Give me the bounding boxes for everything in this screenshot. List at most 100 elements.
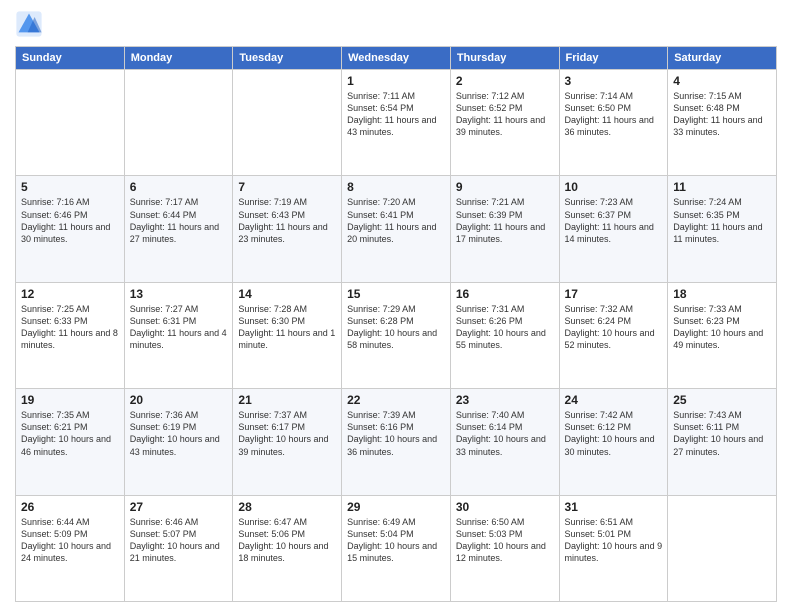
week-row-4: 19 Sunrise: 7:35 AM Sunset: 6:21 PM Dayli… [16, 389, 777, 495]
calendar-cell: 17 Sunrise: 7:32 AM Sunset: 6:24 PM Dayli… [559, 282, 668, 388]
day-number: 16 [456, 287, 554, 301]
day-number: 31 [565, 500, 663, 514]
header-row: SundayMondayTuesdayWednesdayThursdayFrid… [16, 47, 777, 70]
calendar-cell: 14Sunrise: 7:28 AM Sunset: 6:30 PM Dayli… [233, 282, 342, 388]
calendar-cell: 18Sunrise: 7:33 AM Sunset: 6:23 PM Dayli… [668, 282, 777, 388]
calendar-cell: 7Sunrise: 7:19 AM Sunset: 6:43 PM Daylig… [233, 176, 342, 282]
day-info: Sunrise: 7:29 AM Sunset: 6:28 PM Dayligh… [347, 303, 445, 352]
day-info: Sunrise: 7:39 AM Sunset: 6:16 PM Dayligh… [347, 409, 445, 458]
day-number: 2 [456, 74, 554, 88]
day-info: Sunrise: 7:16 AM Sunset: 6:46 PM Dayligh… [21, 196, 119, 245]
day-info: Sunrise: 7:32 AM Sunset: 6:24 PM Dayligh… [565, 303, 663, 352]
calendar-cell [233, 70, 342, 176]
header-day-sunday: Sunday [16, 47, 125, 70]
day-number: 20 [130, 393, 228, 407]
header-day-monday: Monday [124, 47, 233, 70]
calendar-cell: 27Sunrise: 6:46 AM Sunset: 5:07 PM Dayli… [124, 495, 233, 601]
day-info: Sunrise: 7:12 AM Sunset: 6:52 PM Dayligh… [456, 90, 554, 139]
day-number: 23 [456, 393, 554, 407]
calendar-cell: 12 Sunrise: 7:25 AM Sunset: 6:33 PM Dayli… [16, 282, 125, 388]
calendar-cell: 20 Sunrise: 7:36 AM Sunset: 6:19 PM Dayli… [124, 389, 233, 495]
day-number: 29 [347, 500, 445, 514]
header [15, 10, 777, 38]
calendar-cell: 26Sunrise: 6:44 AM Sunset: 5:09 PM Dayli… [16, 495, 125, 601]
day-info: Sunrise: 7:35 AM Sunset: 6:21 PM Dayligh… [21, 409, 119, 458]
logo [15, 10, 46, 38]
day-number: 17 [565, 287, 663, 301]
page: SundayMondayTuesdayWednesdayThursdayFrid… [0, 0, 792, 612]
day-number: 26 [21, 500, 119, 514]
day-number: 4 [673, 74, 771, 88]
day-number: 8 [347, 180, 445, 194]
day-info: Sunrise: 7:28 AM Sunset: 6:30 PM Dayligh… [238, 303, 336, 352]
calendar-cell: 16 Sunrise: 7:31 AM Sunset: 6:26 PM Dayli… [450, 282, 559, 388]
calendar-cell: 6 Sunrise: 7:17 AM Sunset: 6:44 PM Daylig… [124, 176, 233, 282]
day-info: Sunrise: 7:23 AM Sunset: 6:37 PM Dayligh… [565, 196, 663, 245]
day-info: Sunrise: 7:11 AM Sunset: 6:54 PM Dayligh… [347, 90, 445, 139]
calendar-cell: 23 Sunrise: 7:40 AM Sunset: 6:14 PM Dayli… [450, 389, 559, 495]
day-number: 28 [238, 500, 336, 514]
day-info: Sunrise: 7:20 AM Sunset: 6:41 PM Dayligh… [347, 196, 445, 245]
calendar-cell: 8 Sunrise: 7:20 AM Sunset: 6:41 PM Daylig… [342, 176, 451, 282]
calendar-cell [124, 70, 233, 176]
week-row-5: 26Sunrise: 6:44 AM Sunset: 5:09 PM Dayli… [16, 495, 777, 601]
week-row-1: 1 Sunrise: 7:11 AM Sunset: 6:54 PM Daylig… [16, 70, 777, 176]
header-day-tuesday: Tuesday [233, 47, 342, 70]
day-info: Sunrise: 6:49 AM Sunset: 5:04 PM Dayligh… [347, 516, 445, 565]
day-info: Sunrise: 7:40 AM Sunset: 6:14 PM Dayligh… [456, 409, 554, 458]
day-info: Sunrise: 7:36 AM Sunset: 6:19 PM Dayligh… [130, 409, 228, 458]
day-info: Sunrise: 7:31 AM Sunset: 6:26 PM Dayligh… [456, 303, 554, 352]
calendar-cell: 28Sunrise: 6:47 AM Sunset: 5:06 PM Dayli… [233, 495, 342, 601]
calendar-cell: 15Sunrise: 7:29 AM Sunset: 6:28 PM Dayli… [342, 282, 451, 388]
calendar-cell: 30 Sunrise: 6:50 AM Sunset: 5:03 PM Dayli… [450, 495, 559, 601]
day-number: 21 [238, 393, 336, 407]
day-number: 6 [130, 180, 228, 194]
day-info: Sunrise: 7:14 AM Sunset: 6:50 PM Dayligh… [565, 90, 663, 139]
day-number: 7 [238, 180, 336, 194]
day-info: Sunrise: 7:24 AM Sunset: 6:35 PM Dayligh… [673, 196, 771, 245]
day-info: Sunrise: 7:17 AM Sunset: 6:44 PM Dayligh… [130, 196, 228, 245]
calendar-cell: 5 Sunrise: 7:16 AM Sunset: 6:46 PM Daylig… [16, 176, 125, 282]
day-number: 19 [21, 393, 119, 407]
day-number: 24 [565, 393, 663, 407]
calendar-cell [668, 495, 777, 601]
day-info: Sunrise: 7:25 AM Sunset: 6:33 PM Dayligh… [21, 303, 119, 352]
day-info: Sunrise: 6:51 AM Sunset: 5:01 PM Dayligh… [565, 516, 663, 565]
day-number: 1 [347, 74, 445, 88]
day-info: Sunrise: 7:21 AM Sunset: 6:39 PM Dayligh… [456, 196, 554, 245]
calendar-table: SundayMondayTuesdayWednesdayThursdayFrid… [15, 46, 777, 602]
day-number: 25 [673, 393, 771, 407]
header-day-friday: Friday [559, 47, 668, 70]
day-info: Sunrise: 7:37 AM Sunset: 6:17 PM Dayligh… [238, 409, 336, 458]
calendar-cell: 9 Sunrise: 7:21 AM Sunset: 6:39 PM Daylig… [450, 176, 559, 282]
header-day-saturday: Saturday [668, 47, 777, 70]
calendar-cell: 1 Sunrise: 7:11 AM Sunset: 6:54 PM Daylig… [342, 70, 451, 176]
calendar-cell [16, 70, 125, 176]
day-number: 3 [565, 74, 663, 88]
day-number: 22 [347, 393, 445, 407]
calendar-cell: 13Sunrise: 7:27 AM Sunset: 6:31 PM Dayli… [124, 282, 233, 388]
day-info: Sunrise: 7:43 AM Sunset: 6:11 PM Dayligh… [673, 409, 771, 458]
calendar-header: SundayMondayTuesdayWednesdayThursdayFrid… [16, 47, 777, 70]
calendar-cell: 2 Sunrise: 7:12 AM Sunset: 6:52 PM Daylig… [450, 70, 559, 176]
calendar-cell: 24Sunrise: 7:42 AM Sunset: 6:12 PM Dayli… [559, 389, 668, 495]
day-number: 5 [21, 180, 119, 194]
day-number: 30 [456, 500, 554, 514]
calendar-cell: 4Sunrise: 7:15 AM Sunset: 6:48 PM Daylig… [668, 70, 777, 176]
day-number: 27 [130, 500, 228, 514]
calendar-cell: 31 Sunrise: 6:51 AM Sunset: 5:01 PM Dayli… [559, 495, 668, 601]
calendar-body: 1 Sunrise: 7:11 AM Sunset: 6:54 PM Daylig… [16, 70, 777, 602]
day-number: 9 [456, 180, 554, 194]
day-number: 12 [21, 287, 119, 301]
day-number: 13 [130, 287, 228, 301]
day-number: 11 [673, 180, 771, 194]
calendar-cell: 3 Sunrise: 7:14 AM Sunset: 6:50 PM Daylig… [559, 70, 668, 176]
calendar-cell: 10Sunrise: 7:23 AM Sunset: 6:37 PM Dayli… [559, 176, 668, 282]
header-day-wednesday: Wednesday [342, 47, 451, 70]
calendar-cell: 11 Sunrise: 7:24 AM Sunset: 6:35 PM Dayli… [668, 176, 777, 282]
header-day-thursday: Thursday [450, 47, 559, 70]
calendar-cell: 29 Sunrise: 6:49 AM Sunset: 5:04 PM Dayli… [342, 495, 451, 601]
calendar-cell: 25 Sunrise: 7:43 AM Sunset: 6:11 PM Dayli… [668, 389, 777, 495]
week-row-3: 12 Sunrise: 7:25 AM Sunset: 6:33 PM Dayli… [16, 282, 777, 388]
day-info: Sunrise: 6:50 AM Sunset: 5:03 PM Dayligh… [456, 516, 554, 565]
